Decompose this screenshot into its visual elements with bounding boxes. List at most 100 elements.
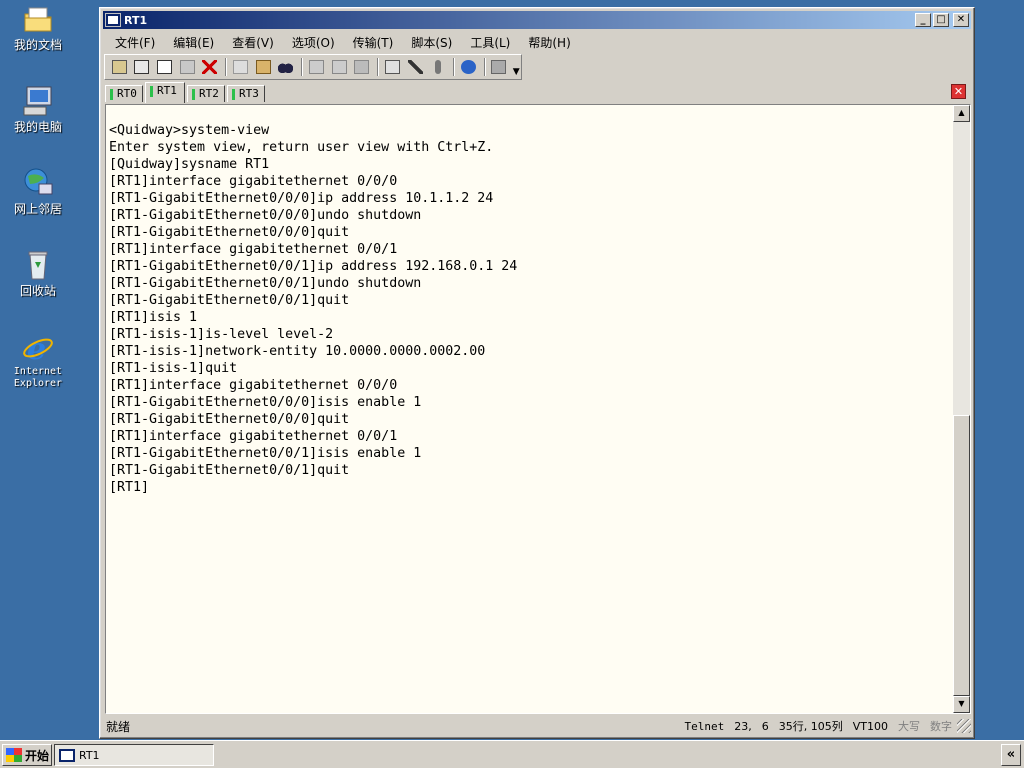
printer-button[interactable] xyxy=(351,57,372,77)
connect-tab-icon xyxy=(157,60,173,74)
taskbar: 开始 RT1 « xyxy=(0,740,1024,768)
network-icon xyxy=(21,166,55,200)
binoculars-icon xyxy=(278,60,294,74)
paste-button[interactable] xyxy=(253,57,274,77)
menu-script[interactable]: 脚本(S) xyxy=(402,32,461,52)
app-icon xyxy=(105,13,121,27)
terminal-line: [RT1-GigabitEthernet0/0/0]quit xyxy=(109,225,350,240)
menu-tools[interactable]: 工具(L) xyxy=(461,32,519,52)
toolbar-dropdown-icon[interactable]: ▼ xyxy=(511,57,521,77)
tools-icon xyxy=(407,60,423,74)
vertical-scrollbar[interactable]: ▲ ▼ xyxy=(953,105,970,713)
terminal-line: [RT1-GigabitEthernet0/0/0]ip address 10.… xyxy=(109,191,494,206)
quick-connect-icon xyxy=(134,60,150,74)
connect-button[interactable] xyxy=(109,57,130,77)
status-bar: 就绪 Telnet 23, 6 35行, 105列 VT100 大写 数字 xyxy=(103,716,971,736)
keymap-button[interactable] xyxy=(427,57,448,77)
computer-icon xyxy=(21,84,55,118)
tab-rt0[interactable]: RT0 xyxy=(105,85,143,102)
menu-bar: 文件(F) 编辑(E) 查看(V) 选项(O) 传输(T) 脚本(S) 工具(L… xyxy=(106,32,580,52)
terminal-line: [RT1]isis 1 xyxy=(109,310,198,325)
terminal-line: <Quidway>system-view xyxy=(109,123,270,138)
tab-rt1[interactable]: RT1 xyxy=(145,82,185,103)
disconnect-button[interactable] xyxy=(200,57,221,77)
status-row: 23, xyxy=(734,719,752,733)
toolbar-separator xyxy=(452,58,455,76)
reconnect-button[interactable] xyxy=(177,57,198,77)
terminal-line: [RT1-GigabitEthernet0/0/1]ip address 192… xyxy=(109,259,518,274)
maximize-button[interactable]: □ xyxy=(933,13,949,27)
securecrt-window: RT1 _ □ ✕ 文件(F) 编辑(E) 查看(V) 选项(O) 传输(T) … xyxy=(99,7,975,739)
close-tab-icon[interactable]: ✕ xyxy=(951,84,966,99)
disconnect-icon xyxy=(202,60,218,74)
terminal-line: [RT1-GigabitEthernet0/0/1]quit xyxy=(109,463,350,478)
svg-text:e: e xyxy=(27,332,46,364)
toolbar: ▼ xyxy=(104,54,522,80)
terminal-line: [Quidway]sysname RT1 xyxy=(109,157,270,172)
sftp-button[interactable] xyxy=(489,57,510,77)
terminal-line: [RT1] xyxy=(109,480,150,495)
menu-edit[interactable]: 编辑(E) xyxy=(164,32,223,52)
scrollbar-thumb[interactable] xyxy=(953,415,970,696)
quick-connect-button[interactable] xyxy=(132,57,153,77)
print-button[interactable] xyxy=(306,57,327,77)
window-title: RT1 xyxy=(124,13,148,27)
desktop-icon-my-documents[interactable]: 我的文档 xyxy=(0,2,76,52)
copy-button[interactable] xyxy=(230,57,251,77)
terminal-line: [RT1]interface gigabitethernet 0/0/0 xyxy=(109,378,398,393)
desktop-icon-network[interactable]: 网上邻居 xyxy=(0,166,76,216)
desktop-icon-my-computer[interactable]: 我的电脑 xyxy=(0,84,76,134)
windows-logo-icon xyxy=(6,748,22,762)
terminal-line: Enter system view, return user view with… xyxy=(109,140,494,155)
desktop-icon-internet-explorer[interactable]: e Internet Explorer xyxy=(0,330,76,390)
status-protocol: Telnet xyxy=(684,719,725,733)
terminal-line: [RT1-GigabitEthernet0/0/0]isis enable 1 xyxy=(109,395,422,410)
menu-help[interactable]: 帮助(H) xyxy=(519,32,579,52)
terminal-output: <Quidway>system-view Enter system view, r… xyxy=(109,122,952,713)
terminal-line: [RT1-GigabitEthernet0/0/0]quit xyxy=(109,412,350,427)
taskbar-item-label: RT1 xyxy=(79,748,100,762)
tab-rt2[interactable]: RT2 xyxy=(187,85,225,102)
terminal-line: [RT1-GigabitEthernet0/0/1]undo shutdown xyxy=(109,276,422,291)
print-selection-button[interactable] xyxy=(329,57,350,77)
menu-file[interactable]: 文件(F) xyxy=(106,32,164,52)
app-icon xyxy=(59,748,75,762)
terminal-line: [RT1]interface gigabitethernet 0/0/1 xyxy=(109,242,398,257)
title-bar[interactable]: RT1 _ □ ✕ xyxy=(103,11,971,29)
connect-tab-button[interactable] xyxy=(154,57,175,77)
menu-transfer[interactable]: 传输(T) xyxy=(344,32,403,52)
toolbar-separator xyxy=(377,58,380,76)
status-ready: 就绪 xyxy=(106,719,131,734)
resize-grip-icon[interactable] xyxy=(957,719,971,733)
terminal-line: [RT1-GigabitEthernet0/0/1]quit xyxy=(109,293,350,308)
session-tabs: RT0 RT1 RT2 RT3 ✕ xyxy=(105,82,969,103)
taskbar-item-rt1[interactable]: RT1 xyxy=(54,744,214,766)
desktop-icon-label: Internet Explorer xyxy=(13,366,63,389)
desktop-icon-label: 网上邻居 xyxy=(13,202,62,216)
global-options-button[interactable] xyxy=(405,57,426,77)
toolbar-separator xyxy=(483,58,486,76)
terminal[interactable]: <Quidway>system-view Enter system view, r… xyxy=(105,104,971,714)
find-button[interactable] xyxy=(275,57,296,77)
start-button[interactable]: 开始 xyxy=(2,744,52,766)
scroll-up-icon[interactable]: ▲ xyxy=(953,105,970,122)
terminal-line: [RT1-isis-1]quit xyxy=(109,361,238,376)
scroll-down-icon[interactable]: ▼ xyxy=(953,696,970,713)
menu-options[interactable]: 选项(O) xyxy=(283,32,344,52)
close-button[interactable]: ✕ xyxy=(953,13,969,27)
desktop-icon-recycle-bin[interactable]: 回收站 xyxy=(0,248,76,298)
status-caps: 大写 xyxy=(898,720,920,733)
minimize-button[interactable]: _ xyxy=(915,13,931,27)
connect-icon xyxy=(111,60,127,74)
print-icon xyxy=(308,60,324,74)
tray-expand-button[interactable]: « xyxy=(1001,744,1021,766)
session-options-button[interactable] xyxy=(382,57,403,77)
paste-icon xyxy=(255,60,271,74)
tab-rt3[interactable]: RT3 xyxy=(227,85,265,102)
terminal-line: [RT1-isis-1]is-level level-2 xyxy=(109,327,334,342)
reconnect-icon xyxy=(179,60,195,74)
session-options-icon xyxy=(384,60,400,74)
menu-view[interactable]: 查看(V) xyxy=(223,32,283,52)
terminal-line: [RT1-GigabitEthernet0/0/1]isis enable 1 xyxy=(109,446,422,461)
help-button[interactable] xyxy=(458,57,479,77)
